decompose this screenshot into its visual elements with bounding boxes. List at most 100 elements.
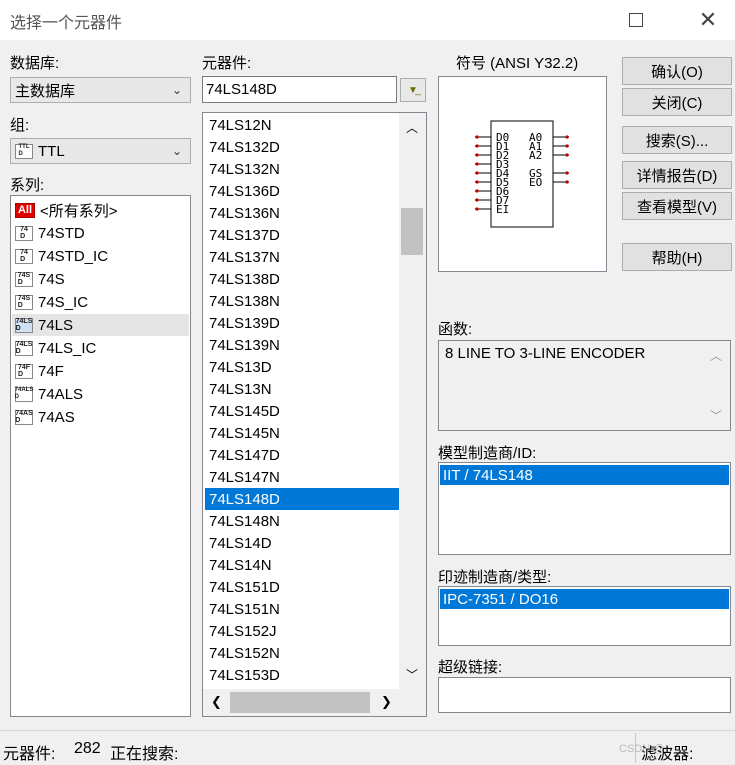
series-item-label: <所有系列>: [40, 202, 118, 220]
component-item[interactable]: 74LS145N: [205, 422, 401, 444]
series-label: 系列:: [10, 177, 45, 194]
component-item[interactable]: 74LS148N: [205, 510, 401, 532]
scroll-right-icon[interactable]: ❯: [381, 694, 392, 710]
series-item-label: 74LS: [38, 316, 74, 334]
pin-end: [475, 207, 479, 211]
model-manufacturer-item[interactable]: IIT / 74LS148: [440, 465, 729, 485]
series-item-label: 74S_IC: [38, 293, 89, 311]
component-item[interactable]: 74LS152N: [205, 642, 401, 664]
footprint-manufacturer-item[interactable]: IPC-7351 / DO16: [440, 589, 729, 609]
searching-label: 正在搜索:: [110, 746, 179, 763]
component-item[interactable]: 74LS152J: [205, 620, 401, 642]
series-item-74as[interactable]: 74AS D 74AS: [15, 406, 75, 428]
component-item[interactable]: 74LS137D: [205, 224, 401, 246]
component-item[interactable]: 74LS139D: [205, 312, 401, 334]
filter-label: 滤波器:: [641, 746, 694, 763]
series-item-74std[interactable]: 74 D 74STD: [15, 222, 85, 244]
pin-end: [475, 162, 479, 166]
component-item[interactable]: 74LS137N: [205, 246, 401, 268]
chip-icon: 74S D: [15, 294, 33, 310]
footprint-manufacturer-list[interactable]: IPC-7351 / DO16: [438, 586, 731, 646]
vertical-scrollbar[interactable]: ︿ ﹀: [399, 113, 426, 689]
series-item-label: 74LS_IC: [38, 339, 97, 357]
model-manufacturer-list[interactable]: IIT / 74LS148: [438, 462, 731, 555]
series-item-label: 74F: [38, 362, 64, 380]
component-item[interactable]: 74LS132D: [205, 136, 401, 158]
function-textbox[interactable]: 8 LINE TO 3-LINE ENCODER ︿ ﹀: [438, 340, 731, 431]
series-item-74f[interactable]: 74F D 74F: [15, 360, 64, 382]
footprint-manufacturer-label: 印迹制造商/类型:: [438, 569, 552, 586]
series-item-label: 74S: [38, 270, 65, 288]
group-select[interactable]: TTL D TTL ⌄: [10, 138, 191, 164]
series-item-74s-ic[interactable]: 74S D 74S_IC: [15, 291, 88, 313]
series-item-label: 74AS: [38, 408, 75, 426]
series-item-74ls-ic[interactable]: 74LS D 74LS_IC: [15, 337, 96, 359]
series-list[interactable]: All <所有系列> 74 D 74STD 74 D 74STD_IC 74S D 7…: [10, 195, 191, 717]
scroll-thumb[interactable]: [401, 208, 423, 255]
component-item[interactable]: 74LS151D: [205, 576, 401, 598]
component-item[interactable]: 74LS153D: [205, 664, 401, 686]
component-count: 282: [74, 740, 101, 757]
chip-icon: 74LS D: [15, 317, 33, 333]
component-item[interactable]: 74LS13D: [205, 356, 401, 378]
close-icon: ✕: [698, 7, 718, 32]
group-value: TTL: [38, 142, 65, 160]
pin-end: [565, 153, 569, 157]
detail-report-button[interactable]: 详情报告(D): [622, 161, 732, 189]
component-symbol: D0D1D2D3D4D5D6D7EI A0A1A2GSEO: [475, 120, 569, 228]
series-item-74als[interactable]: 74ALS D 74ALS: [15, 383, 83, 405]
database-value: 主数据库: [15, 82, 76, 100]
close-window-button[interactable]: ✕: [685, 0, 731, 40]
chip-icon: 74F D: [15, 363, 33, 379]
scroll-up-icon[interactable]: ︿: [710, 347, 722, 364]
hyperlink-label: 超级链接:: [438, 659, 503, 676]
component-item[interactable]: 74LS139N: [205, 334, 401, 356]
close-button[interactable]: 关闭(C): [622, 88, 732, 116]
component-item[interactable]: 74LS14N: [205, 554, 401, 576]
component-item[interactable]: 74LS147N: [205, 466, 401, 488]
ttl-chip-icon: TTL D: [15, 143, 33, 159]
view-model-button[interactable]: 查看模型(V): [622, 192, 732, 220]
component-item[interactable]: 74LS145D: [205, 400, 401, 422]
series-item-label: 74STD: [38, 224, 85, 242]
pin-end: [475, 198, 479, 202]
symbol-label: 符号 (ANSI Y32.2): [456, 55, 579, 72]
horizontal-scroll-thumb[interactable]: [230, 692, 370, 713]
pin-label: EO: [529, 176, 542, 189]
component-item[interactable]: 74LS13N: [205, 378, 401, 400]
component-search-input[interactable]: [202, 76, 397, 103]
scroll-down-icon[interactable]: ﹀: [406, 666, 418, 683]
component-item[interactable]: 74LS151N: [205, 598, 401, 620]
hyperlink-field[interactable]: [438, 677, 731, 713]
component-item[interactable]: 74LS14D: [205, 532, 401, 554]
series-item-74std-ic[interactable]: 74 D 74STD_IC: [15, 245, 108, 267]
component-item[interactable]: 74LS132N: [205, 158, 401, 180]
search-button[interactable]: 搜索(S)...: [622, 126, 732, 154]
horizontal-scrollbar[interactable]: ❮ ❯: [203, 689, 426, 716]
scroll-left-icon[interactable]: ❮: [211, 694, 222, 710]
scroll-up-icon[interactable]: ︿: [406, 119, 418, 136]
series-item-label: 74ALS: [38, 385, 84, 403]
help-button[interactable]: 帮助(H): [622, 243, 732, 271]
component-item[interactable]: 74LS148D: [205, 488, 401, 510]
pin-end: [475, 189, 479, 193]
pin-end: [475, 171, 479, 175]
series-item-all[interactable]: All <所有系列>: [15, 199, 118, 221]
component-item[interactable]: 74LS147D: [205, 444, 401, 466]
filter-button[interactable]: ▼̲: [400, 78, 426, 102]
series-item-74ls[interactable]: 74LS D 74LS: [12, 314, 189, 336]
component-list[interactable]: 74LS12N 74LS132D 74LS132N 74LS136D 74LS136N 7…: [202, 112, 427, 717]
database-select[interactable]: 主数据库 ⌄: [10, 77, 191, 103]
scroll-down-icon[interactable]: ﹀: [710, 407, 722, 424]
pin-label: EI: [496, 203, 509, 216]
ok-button[interactable]: 确认(O): [622, 57, 732, 85]
maximize-button[interactable]: [613, 0, 659, 40]
component-item[interactable]: 74LS136N: [205, 202, 401, 224]
all-series-icon: All: [15, 202, 35, 218]
component-item[interactable]: 74LS136D: [205, 180, 401, 202]
component-item[interactable]: 74LS138N: [205, 290, 401, 312]
component-item[interactable]: 74LS12N: [205, 114, 401, 136]
chip-icon: 74ALS D: [14, 386, 34, 402]
series-item-74s[interactable]: 74S D 74S: [15, 268, 65, 290]
component-item[interactable]: 74LS138D: [205, 268, 401, 290]
